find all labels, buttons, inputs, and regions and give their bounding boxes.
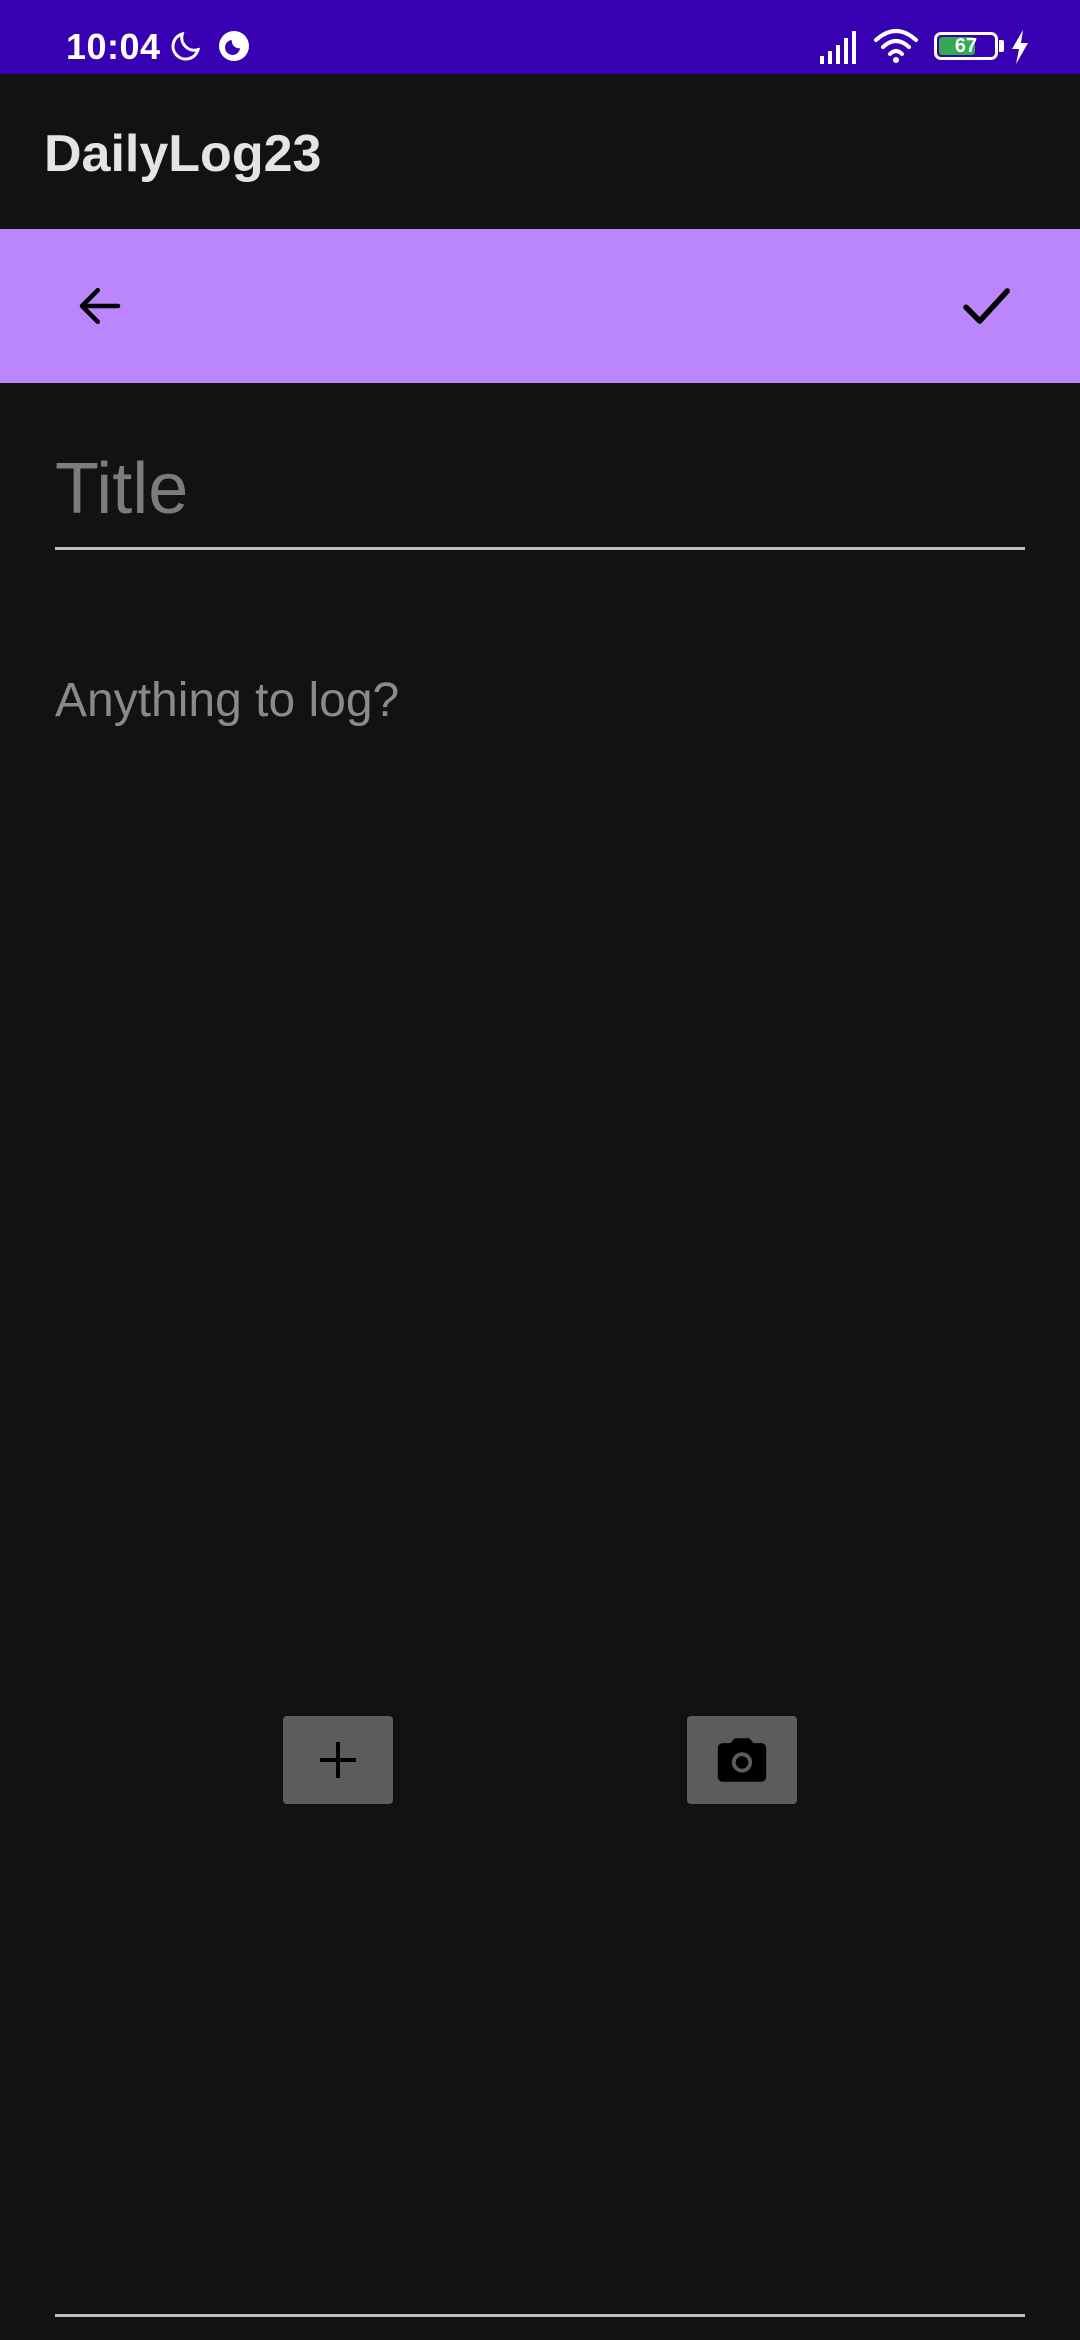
title-input[interactable] (55, 440, 1025, 550)
plus-icon (320, 1742, 356, 1778)
signal-icon (820, 31, 856, 64)
app-title: DailyLog23 (44, 125, 322, 183)
bottom-divider (55, 2314, 1025, 2317)
editor-toolbar (0, 229, 1080, 383)
note-editor-screen: 10:04 67 DailyLog23 Title Anything to lo… (0, 0, 1080, 2340)
charging-icon (1012, 30, 1028, 64)
log-body-input[interactable] (55, 670, 1025, 1670)
battery-nub (999, 40, 1004, 52)
status-time: 10:04 (66, 26, 161, 67)
save-button[interactable] (926, 229, 1046, 383)
check-icon (963, 288, 1010, 324)
battery-level-text: 67 (954, 35, 978, 57)
moon-icon (171, 31, 201, 61)
status-bar: 10:04 67 (0, 0, 1080, 74)
night-mode-icon (219, 31, 249, 61)
add-button[interactable] (283, 1716, 393, 1804)
camera-icon (717, 1738, 767, 1782)
wifi-icon (874, 29, 918, 63)
arrow-back-icon (79, 288, 121, 324)
back-button[interactable] (40, 229, 160, 383)
app-bar: DailyLog23 (0, 74, 1080, 229)
camera-button[interactable] (687, 1716, 797, 1804)
battery-icon: 67 (934, 32, 998, 60)
